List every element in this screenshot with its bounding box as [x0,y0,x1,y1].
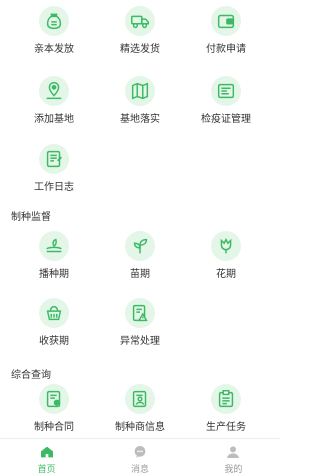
grid-item-add-base[interactable]: 添加基地 [16,70,92,134]
grid-item-supplier-info[interactable]: 制种商信息 [102,378,178,442]
delivery-truck-icon [125,6,155,36]
location-pin-icon [39,76,69,106]
tab-label: 首页 [37,465,56,475]
profile-icon [227,446,240,458]
wallet-icon [211,6,241,36]
sowing-icon [39,231,69,261]
grid-item-label: 付款申请 [206,44,246,55]
app-screen: 亲本发放 精选发货 付款申请 添加基地 基地落实 检疫证管理 工作日志 制种监督… [0,0,280,476]
section-title-supervision: 制种监督 [11,212,51,223]
grid-item-label: 精选发货 [120,44,160,55]
grid-item-seedling[interactable]: 苗期 [102,225,178,289]
grid-item-label: 播种期 [39,269,69,280]
grid-item-label: 添加基地 [34,114,74,125]
certificate-icon [211,76,241,106]
task-list-icon [211,384,241,414]
seedling-icon [125,231,155,261]
grid-item-quarantine-cert[interactable]: 检疫证管理 [188,70,264,134]
tab-label: 我的 [224,465,243,475]
grid-item-label: 亲本发放 [34,44,74,55]
grid-item-label: 收获期 [39,336,69,347]
seed-bag-icon [39,6,69,36]
grid-item-label: 异常处理 [120,336,160,347]
bottom-tab-bar: 首页 消息 我的 [0,438,280,476]
notebook-icon [39,144,69,174]
grid-item-base-implementation[interactable]: 基地落实 [102,70,178,134]
grid-item-parent-distribution[interactable]: 亲本发放 [16,0,92,64]
grid-item-label: 苗期 [130,269,150,280]
grid-item-flowering[interactable]: 花期 [188,225,264,289]
grid-item-contract[interactable]: 制种合同 [16,378,92,442]
grid-item-harvest[interactable]: 收获期 [16,292,92,356]
tab-messages[interactable]: 消息 [93,439,186,476]
tab-home[interactable]: 首页 [0,439,93,476]
grid-item-payment-request[interactable]: 付款申请 [188,0,264,64]
map-icon [125,76,155,106]
grid-item-label: 制种合同 [34,422,74,433]
grid-item-label: 基地落实 [120,114,160,125]
grid-item-exception-handling[interactable]: 异常处理 [102,292,178,356]
tab-label: 消息 [130,465,149,475]
supplier-info-icon [125,384,155,414]
warning-document-icon [125,298,155,328]
grid-item-label: 工作日志 [34,182,74,193]
home-icon [40,446,53,458]
grid-item-label: 花期 [216,269,236,280]
message-icon [134,446,146,458]
contract-icon [39,384,69,414]
harvest-basket-icon [39,298,69,328]
grid-item-label: 生产任务 [206,422,246,433]
grid-item-label: 制种商信息 [115,422,165,433]
grid-item-sowing[interactable]: 播种期 [16,225,92,289]
tab-profile[interactable]: 我的 [187,439,280,476]
grid-item-work-log[interactable]: 工作日志 [16,138,92,202]
grid-item-production-task[interactable]: 生产任务 [188,378,264,442]
flower-icon [211,231,241,261]
grid-item-selected-shipping[interactable]: 精选发货 [102,0,178,64]
grid-item-label: 检疫证管理 [201,114,251,125]
